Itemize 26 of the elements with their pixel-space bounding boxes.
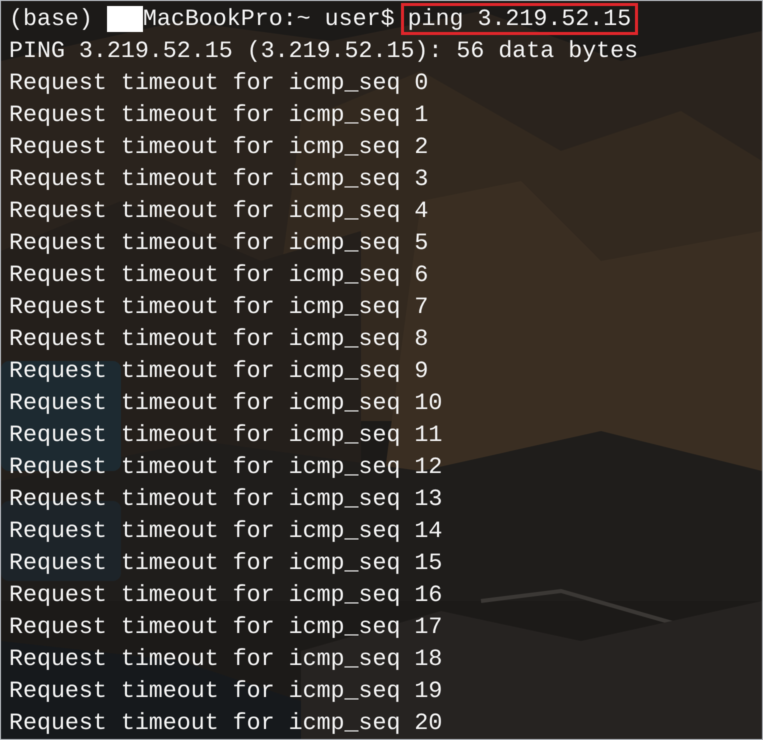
output-line: PING 3.219.52.15 (3.219.52.15): 56 data bytes <box>9 37 640 66</box>
conda-env: (base) <box>9 5 93 34</box>
command-text: ping 3.219.52.15 <box>400 3 638 35</box>
output-line: Request timeout for icmp_seq 0 <box>9 69 430 98</box>
output-line: Request timeout for icmp_seq 9 <box>9 357 430 386</box>
output-line: Request timeout for icmp_seq 16 <box>9 581 444 610</box>
output-line: Request timeout for icmp_seq 10 <box>9 389 444 418</box>
output-line: Request timeout for icmp_seq 7 <box>9 293 430 322</box>
output-line: Request timeout for icmp_seq 8 <box>9 325 430 354</box>
output-line: Request timeout for icmp_seq 3 <box>9 165 430 194</box>
output-line: Request timeout for icmp_seq 4 <box>9 197 430 226</box>
output-line: Request timeout for icmp_seq 1 <box>9 101 430 130</box>
output-line: Request timeout for icmp_seq 2 <box>9 133 430 162</box>
user-prompt: user$ <box>324 5 395 34</box>
output-line: Request timeout for icmp_seq 12 <box>9 453 444 482</box>
output-line: Request timeout for icmp_seq 17 <box>9 613 444 642</box>
output-line: Request timeout for icmp_seq 6 <box>9 261 430 290</box>
output-line: Request timeout for icmp_seq 15 <box>9 549 444 578</box>
output-line: Request timeout for icmp_seq 11 <box>9 421 444 450</box>
host-path: MacBookPro:~ <box>142 5 311 34</box>
output-line: Request timeout for icmp_seq 13 <box>9 485 444 514</box>
output-line: Request timeout for icmp_seq 18 <box>9 645 444 674</box>
output-line: Request timeout for icmp_seq 20 <box>9 709 444 738</box>
output-line: Request timeout for icmp_seq 19 <box>9 677 444 706</box>
output-line: Request timeout for icmp_seq 14 <box>9 517 444 546</box>
output-line: Request timeout for icmp_seq 5 <box>9 229 430 258</box>
